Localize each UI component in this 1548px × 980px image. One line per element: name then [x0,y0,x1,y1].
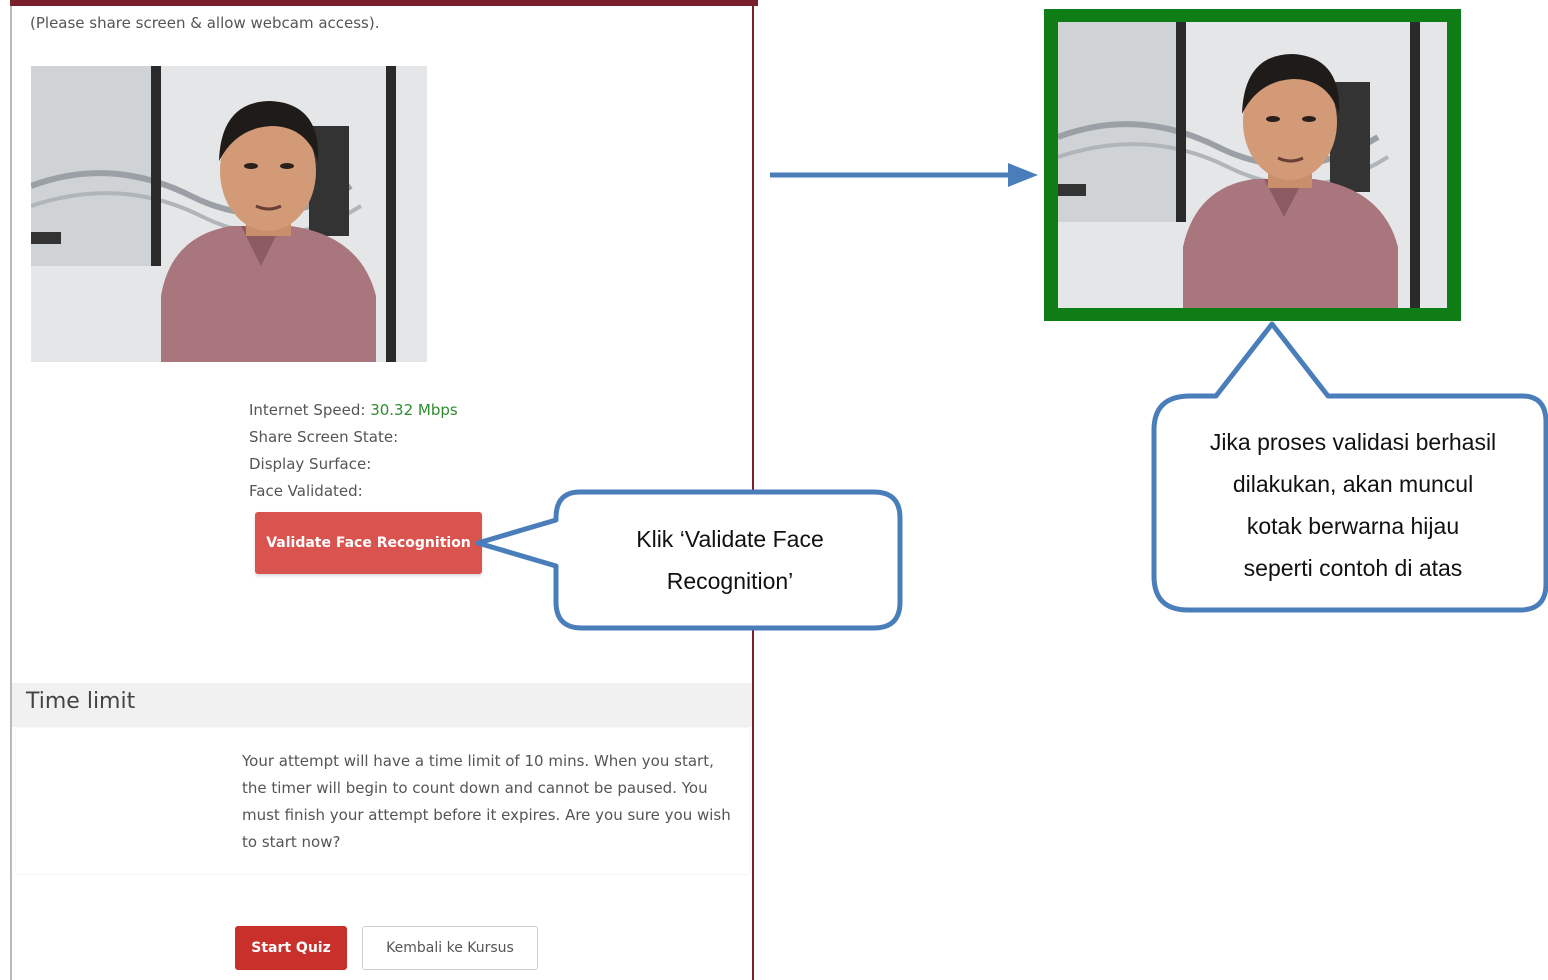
panel-top-border [10,0,758,6]
display-surface-label: Display Surface: [249,455,372,473]
webcam-person-image [31,66,427,362]
arrow-right-icon [770,163,1038,187]
validated-webcam-frame [1044,9,1461,321]
success-callout-line-3: kotak berwarna hijau [1246,513,1460,539]
validate-callout-text: Klik ‘Validate Face Recognition’ [560,518,900,602]
internet-speed-value: 30.32 Mbps [370,401,458,419]
validate-face-recognition-button[interactable]: Validate Face Recognition [255,512,482,574]
validate-callout-line-1: Klik ‘Validate Face [636,526,824,552]
internet-speed-label: Internet Speed: [249,401,366,419]
webcam-preview [31,66,427,362]
face-validated-label: Face Validated: [249,482,363,500]
share-screen-state-label: Share Screen State: [249,428,399,446]
success-callout-line-2: dilakukan, akan muncul [1232,471,1474,497]
internet-speed-row: Internet Speed: 30.32 Mbps [249,401,458,419]
webcam-instruction: (Please share screen & allow webcam acce… [30,14,380,32]
time-limit-description: Your attempt will have a time limit of 1… [242,752,731,851]
validated-webcam-person-image [1058,22,1447,308]
validated-webcam-preview [1058,22,1447,308]
start-quiz-button[interactable]: Start Quiz [235,926,347,970]
success-callout-line-4: seperti contoh di atas [1243,555,1463,581]
success-callout-text: Jika proses validasi berhasil dilakukan,… [1158,421,1548,589]
back-to-course-button[interactable]: Kembali ke Kursus [362,926,538,970]
time-limit-heading: Time limit [12,683,752,727]
validate-callout-line-2: Recognition’ [666,568,794,594]
success-callout-line-1: Jika proses validasi berhasil [1209,429,1497,455]
